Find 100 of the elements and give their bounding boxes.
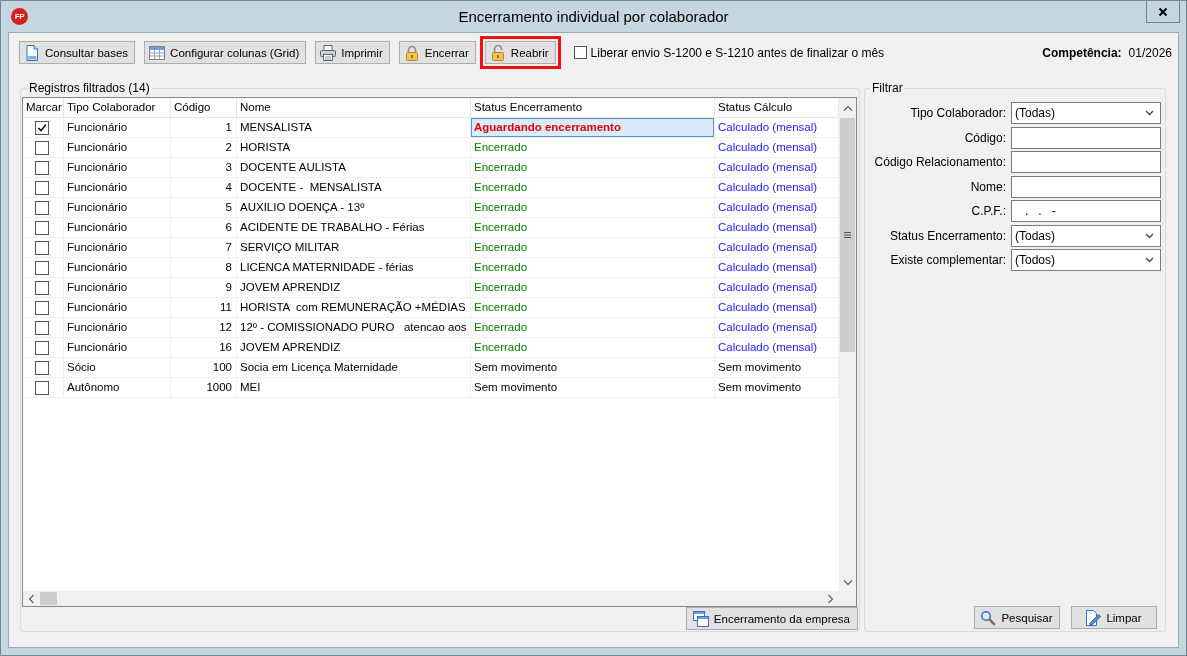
select-field[interactable]: (Todas) <box>1011 224 1161 247</box>
table-cell: Encerrado <box>471 298 715 318</box>
table-cell: 3 <box>171 158 237 178</box>
clear-button[interactable]: Limpar <box>1071 606 1157 629</box>
app-logo: FP <box>11 8 28 25</box>
row-checkbox[interactable] <box>35 320 49 335</box>
printer-icon <box>320 44 337 61</box>
table-cell: Sem movimento <box>471 378 715 398</box>
close-button[interactable] <box>1146 1 1180 23</box>
column-header[interactable]: Status Cálculo <box>715 98 839 118</box>
period-value: 01/2026 <box>1128 45 1172 60</box>
field-label: Tipo Colaborador: <box>909 106 1006 120</box>
table-cell: Encerrado <box>471 198 715 218</box>
row-checkbox[interactable] <box>35 220 49 235</box>
table-cell: Encerrado <box>471 338 715 358</box>
column-header[interactable]: Código <box>171 98 237 118</box>
toolbar-button[interactable]: Consultar bases <box>19 41 136 64</box>
row-checkbox[interactable] <box>35 340 49 355</box>
scroll-left-icon[interactable] <box>28 593 35 604</box>
row-checkbox[interactable] <box>35 360 49 375</box>
table-cell: Sem movimento <box>471 358 715 378</box>
chevron-down-icon <box>1145 257 1154 263</box>
column-header[interactable]: Tipo Colaborador <box>64 98 171 118</box>
table-cell: Funcionário <box>64 218 171 238</box>
row-checkbox[interactable] <box>35 120 49 135</box>
column-header[interactable]: Nome <box>237 98 471 118</box>
field-label: C.P.F.: <box>970 204 1006 218</box>
table-cell: Funcionário <box>64 278 171 298</box>
grip-icon <box>844 232 851 238</box>
vertical-scrollbar[interactable] <box>839 98 856 591</box>
column-header[interactable]: Status Encerramento <box>471 98 715 118</box>
table-cell: ACIDENTE DE TRABALHO - Férias <box>237 218 471 238</box>
group-title: Filtrar <box>871 81 904 95</box>
chevron-down-icon <box>1145 232 1154 239</box>
scroll-up-icon[interactable] <box>842 104 853 112</box>
scroll-down-icon[interactable] <box>842 579 853 586</box>
table-cell: LICENCA MATERNIDADE - férias <box>237 258 471 278</box>
table-cell: DOCENTE - MENSALISTA <box>237 178 471 198</box>
company-closing-button[interactable]: Encerramento da empresa <box>685 607 858 630</box>
row-checkbox[interactable] <box>35 280 49 295</box>
row-checkbox[interactable] <box>35 260 49 275</box>
table-cell: JOVEM APRENDIZ <box>237 278 471 298</box>
scrollbar-thumb[interactable] <box>40 592 57 605</box>
table-cell: Encerrado <box>471 158 715 178</box>
search-button[interactable]: Pesquisar <box>974 606 1060 629</box>
field-label: Nome: <box>969 179 1006 194</box>
table-cell: HORISTA <box>237 138 471 158</box>
table-cell: Funcionário <box>64 338 171 358</box>
table-cell: Funcionário <box>64 198 171 218</box>
table-cell: Encerrado <box>471 318 715 338</box>
input-field[interactable]: . . - <box>1011 200 1161 222</box>
toolbar-button[interactable]: Imprimir <box>315 41 390 64</box>
table-cell: MEI <box>237 378 471 398</box>
table-cell: Funcionário <box>64 118 171 138</box>
toolbar-button[interactable]: Configurar colunas (Grid) <box>144 41 307 64</box>
field-label: Existe complementar: <box>889 253 1006 267</box>
table-cell: 6 <box>171 218 237 238</box>
table-cell: Funcionário <box>64 318 171 338</box>
input-field[interactable] <box>1011 126 1161 149</box>
select-field[interactable]: (Todos) <box>1011 249 1161 271</box>
input-field[interactable] <box>1011 151 1161 173</box>
column-header[interactable]: Marcar <box>23 98 64 118</box>
scrollbar-thumb[interactable] <box>840 118 855 352</box>
table-cell: 100 <box>171 358 237 378</box>
toolbar-button[interactable]: Encerrar <box>398 41 476 64</box>
toolbar-button[interactable]: Reabrir <box>484 41 556 64</box>
input-field[interactable] <box>1011 175 1161 198</box>
table-cell: Funcionário <box>64 178 171 198</box>
table-cell: 12 <box>171 318 237 338</box>
select-field[interactable]: (Todas) <box>1011 102 1161 124</box>
table-cell: 12º - COMISSIONADO PURO atencao aos <box>237 318 471 338</box>
table-cell: HORISTA com REMUNERAÇÃO +MÉDIAS <box>237 298 471 318</box>
checkbox-label: Liberar envio S-1200 e S-1210 antes de finalizar o mês <box>590 45 885 60</box>
chevron-down-icon <box>1145 110 1154 116</box>
table-icon <box>149 44 166 61</box>
row-checkbox[interactable] <box>35 300 49 315</box>
table-cell: Funcionário <box>64 258 171 278</box>
row-checkbox[interactable] <box>35 140 49 155</box>
table-cell: Socia em Licença Maternidade <box>237 358 471 378</box>
table-cell: MENSALISTA <box>237 118 471 138</box>
table-cell: 8 <box>171 258 237 278</box>
table-cell: 2 <box>171 138 237 158</box>
window-title: Encerramento individual por colaborador <box>458 8 729 25</box>
table-cell: 11 <box>171 298 237 318</box>
table-cell: Sócio <box>64 358 171 378</box>
table-cell: Funcionário <box>64 298 171 318</box>
row-checkbox[interactable] <box>35 180 49 195</box>
field-label: Status Encerramento: <box>888 228 1006 243</box>
row-checkbox[interactable] <box>35 160 49 175</box>
table-cell: AUXILIO DOENÇA - 13º <box>237 198 471 218</box>
checkbox[interactable] <box>573 46 587 59</box>
padlock-icon <box>403 44 420 61</box>
table-cell: Aguardando encerramento <box>471 118 715 138</box>
row-checkbox[interactable] <box>35 240 49 255</box>
table-cell: JOVEM APRENDIZ <box>237 338 471 358</box>
row-checkbox[interactable] <box>35 380 49 395</box>
table-cell: Encerrado <box>471 278 715 298</box>
table-cell: 1 <box>171 118 237 138</box>
row-checkbox[interactable] <box>35 200 49 215</box>
scroll-right-icon[interactable] <box>827 593 834 604</box>
